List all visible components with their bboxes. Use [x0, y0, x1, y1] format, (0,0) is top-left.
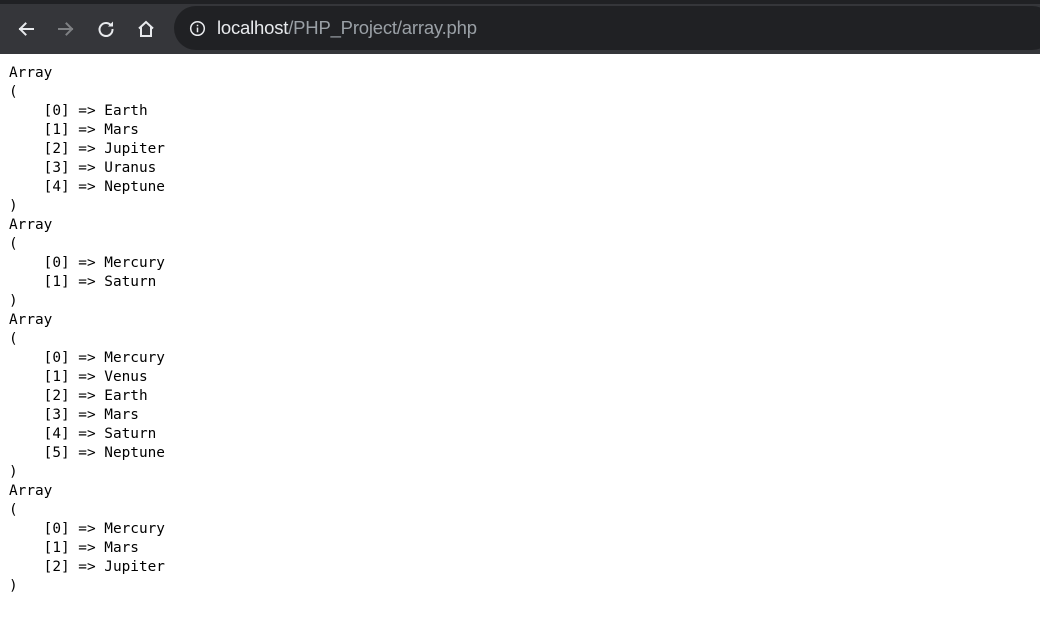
url-host: localhost	[217, 17, 289, 38]
browser-toolbar: localhost/PHP_Project/array.php	[0, 0, 1040, 54]
url-text[interactable]: localhost/PHP_Project/array.php	[217, 17, 477, 39]
forward-button[interactable]	[49, 12, 83, 46]
arrow-right-icon	[58, 22, 74, 36]
home-button[interactable]	[129, 12, 163, 46]
back-button[interactable]	[9, 12, 43, 46]
arrow-left-icon	[18, 22, 34, 36]
reload-button[interactable]	[89, 12, 123, 46]
home-icon	[138, 20, 154, 37]
print-r-output: Array ( [0] => Earth [1] => Mars [2] => …	[9, 65, 165, 594]
url-path: /PHP_Project/array.php	[288, 17, 477, 38]
address-bar[interactable]: localhost/PHP_Project/array.php	[174, 6, 1040, 50]
reload-icon	[98, 21, 114, 37]
info-icon[interactable]	[188, 19, 206, 37]
page-content: Array ( [0] => Earth [1] => Mars [2] => …	[0, 54, 1040, 596]
